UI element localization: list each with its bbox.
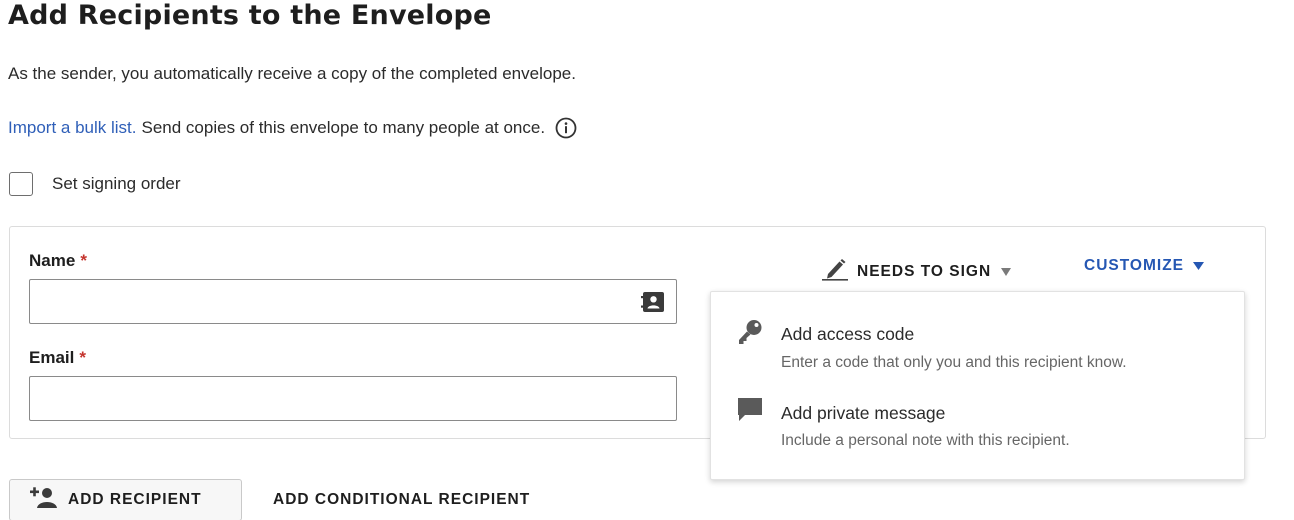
email-required-mark: * <box>79 348 86 367</box>
page-title: Add Recipients to the Envelope <box>8 0 492 31</box>
menu-item-private-message[interactable]: Add private message Include a personal n… <box>711 384 1244 479</box>
recipient-action-dropdown[interactable]: NEEDS TO SIGN <box>822 257 1012 286</box>
email-label: Email <box>29 348 75 367</box>
menu-item-description: Enter a code that only you and this reci… <box>781 354 1127 371</box>
email-label-row: Email * <box>29 348 86 368</box>
signing-order-checkbox[interactable] <box>9 172 33 196</box>
name-input[interactable] <box>29 279 677 324</box>
email-input[interactable] <box>29 376 677 421</box>
address-book-icon[interactable] <box>641 291 666 313</box>
chevron-down-icon <box>991 263 1012 281</box>
speech-bubble-icon <box>736 396 764 429</box>
menu-item-access-code[interactable]: Add access code Enter a code that only y… <box>711 292 1244 384</box>
bulk-list-row: Import a bulk list. Send copies of this … <box>8 117 577 139</box>
key-icon <box>736 318 764 351</box>
menu-item-title: Add access code <box>781 324 915 344</box>
add-recipient-label: ADD RECIPIENT <box>68 491 202 508</box>
name-label-row: Name * <box>29 251 87 271</box>
customize-menu: Add access code Enter a code that only y… <box>710 291 1245 480</box>
info-icon[interactable] <box>555 117 577 139</box>
sender-copy-note: As the sender, you automatically receive… <box>8 64 576 83</box>
menu-item-description: Include a personal note with this recipi… <box>781 432 1070 449</box>
name-required-mark: * <box>80 251 87 270</box>
chevron-down-icon <box>1184 257 1204 275</box>
add-conditional-recipient-button[interactable]: ADD CONDITIONAL RECIPIENT <box>273 491 530 509</box>
signing-order-row: Set signing order <box>9 172 181 196</box>
add-recipients-page: Add Recipients to the Envelope As the se… <box>0 0 1294 520</box>
pen-icon <box>822 257 848 286</box>
bulk-list-description: Send copies of this envelope to many peo… <box>141 118 546 137</box>
add-recipient-button[interactable]: ADD RECIPIENT <box>9 479 242 520</box>
customize-label: CUSTOMIZE <box>1084 257 1184 274</box>
menu-item-title: Add private message <box>781 403 946 423</box>
name-label: Name <box>29 251 76 270</box>
add-person-icon <box>10 486 60 515</box>
customize-dropdown[interactable]: CUSTOMIZE <box>1084 257 1204 275</box>
recipient-action-label: NEEDS TO SIGN <box>857 262 992 280</box>
import-bulk-list-link[interactable]: Import a bulk list. <box>8 118 137 138</box>
signing-order-label: Set signing order <box>52 174 181 193</box>
